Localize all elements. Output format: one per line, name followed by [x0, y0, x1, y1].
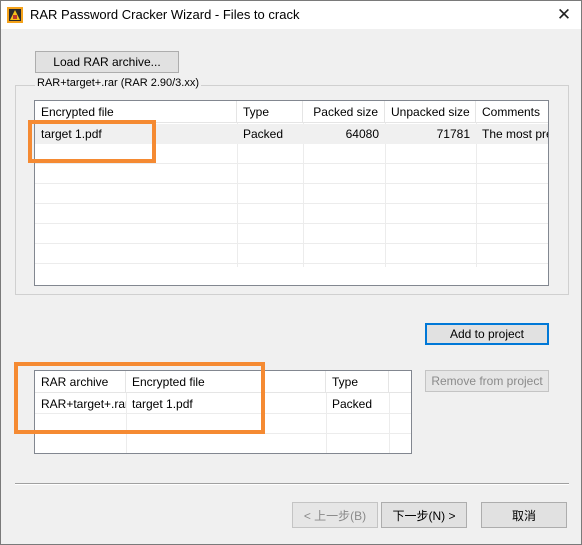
back-button[interactable]: < 上一步(B) — [292, 502, 378, 528]
window-title: RAR Password Cracker Wizard - Files to c… — [30, 7, 300, 22]
grid-line — [237, 123, 238, 267]
cell-comments: The most pref — [482, 127, 548, 141]
column-type[interactable]: Type — [237, 101, 303, 123]
cancel-button[interactable]: 取消 — [481, 502, 567, 528]
wizard-window: RAR Password Cracker Wizard - Files to c… — [0, 0, 582, 545]
close-icon[interactable]: ✕ — [547, 1, 581, 29]
cell-unpacked-size: 71781 — [436, 127, 470, 141]
cell-packed-size: 64080 — [345, 127, 379, 141]
grid-line — [35, 223, 548, 224]
title-bar: RAR Password Cracker Wizard - Files to c… — [1, 1, 581, 29]
column-type[interactable]: Type — [326, 371, 389, 393]
grid-line — [35, 163, 548, 164]
add-to-project-button[interactable]: Add to project — [425, 323, 549, 345]
load-rar-archive-button[interactable]: Load RAR archive... — [35, 51, 179, 73]
grid-line — [385, 123, 386, 267]
remove-from-project-button[interactable]: Remove from project — [425, 370, 549, 392]
grid-line — [35, 243, 548, 244]
highlight-box-encrypted-file — [28, 120, 156, 163]
separator — [15, 483, 569, 485]
column-packed-size[interactable]: Packed size — [303, 101, 385, 123]
next-button[interactable]: 下一步(N) > — [381, 502, 467, 528]
grid-line — [303, 123, 304, 267]
grid-line — [35, 203, 548, 204]
column-unpacked-size[interactable]: Unpacked size — [385, 101, 476, 123]
highlight-box-project-entry — [14, 362, 265, 434]
cell-type: Packed — [243, 127, 284, 141]
column-comments[interactable]: Comments — [476, 101, 548, 123]
grid-line — [35, 263, 548, 264]
app-logo-icon — [7, 7, 23, 23]
grid-line — [476, 123, 477, 267]
archive-group-label: RAR+target+.rar (RAR 2.90/3.xx) — [35, 77, 202, 89]
grid-line — [35, 183, 548, 184]
cell-type: Packed — [332, 397, 373, 411]
